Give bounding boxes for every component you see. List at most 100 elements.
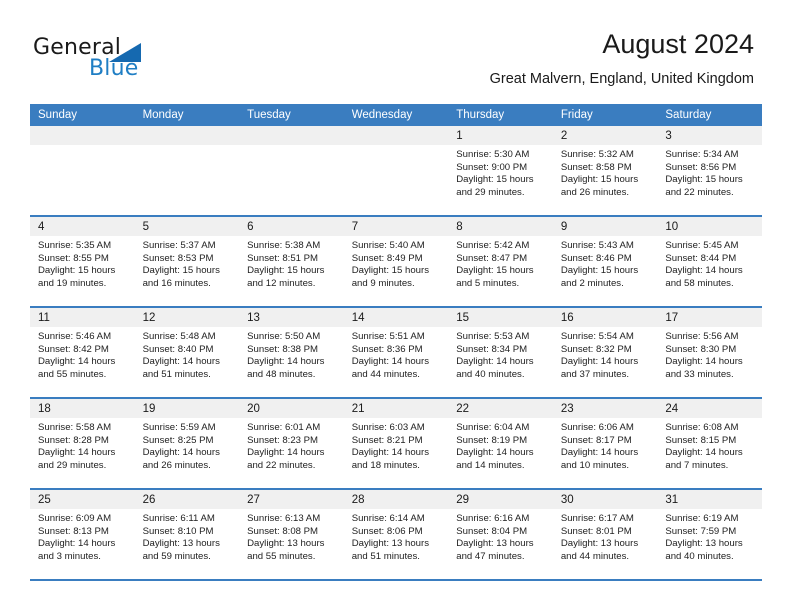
calendar-day-cell[interactable]: 12 Sunrise: 5:48 AM Sunset: 8:40 PM Dayligh… [134,307,240,399]
sunrise-time: Sunrise: 5:37 AM [142,240,216,251]
calendar-day-cell[interactable]: 25 Sunrise: 6:09 AM Sunset: 8:13 PM Dayligh… [30,489,135,581]
sunrise-time: Sunrise: 5:32 AM [560,149,634,160]
day-number: 6 [239,217,344,236]
sunset-time: Sunset: 8:28 PM [38,434,109,446]
daylight-duration-line2: and 22 minutes. [247,459,316,471]
day-details: Sunrise: 5:37 AM Sunset: 8:53 PM Daylight:… [135,236,240,290]
sunrise-time: Sunrise: 6:11 AM [142,513,215,524]
sunrise-time: Sunrise: 6:01 AM [247,422,321,433]
calendar-body: 1 Sunrise: 5:30 AM Sunset: 9:00 PM Daylight… [30,126,762,581]
daylight-duration-line2: and 33 minutes. [665,368,734,380]
page-title: August 2024 [602,29,754,59]
sunset-time: Sunset: 8:53 PM [142,252,214,264]
day-details: Sunrise: 6:04 AM Sunset: 8:19 PM Daylight:… [448,418,553,472]
calendar-day-cell[interactable]: 15 Sunrise: 5:53 AM Sunset: 8:34 PM Dayligh… [448,307,553,399]
day-details: Sunrise: 5:32 AM Sunset: 8:58 PM Daylight:… [553,145,658,199]
daylight-duration-line1: Daylight: 13 hours [142,538,220,550]
calendar-day-cell[interactable]: 26 Sunrise: 6:11 AM Sunset: 8:10 PM Dayligh… [134,489,240,581]
sunset-time: Sunset: 8:40 PM [142,343,214,355]
sunrise-time: Sunrise: 6:04 AM [456,422,530,433]
sunrise-time: Sunrise: 6:03 AM [351,422,425,433]
calendar-day-cell[interactable]: 3 Sunrise: 5:34 AM Sunset: 8:56 PM Daylight… [657,126,762,217]
daylight-duration-line1: Daylight: 14 hours [560,447,639,459]
daylight-duration-line2: and 55 minutes. [247,550,316,562]
calendar-day-cell[interactable]: 4 Sunrise: 5:35 AM Sunset: 8:55 PM Daylight… [30,216,135,308]
calendar-day-cell[interactable]: 27 Sunrise: 6:13 AM Sunset: 8:08 PM Dayligh… [239,489,344,581]
weekday-header-friday: Friday [552,104,658,126]
calendar-day-cell[interactable]: 6 Sunrise: 5:38 AM Sunset: 8:51 PM Daylight… [239,216,344,308]
daylight-duration-line1: Daylight: 14 hours [38,447,116,459]
calendar-day-cell[interactable]: 17 Sunrise: 5:56 AM Sunset: 8:30 PM Dayligh… [657,307,762,399]
day-number: 13 [239,308,344,327]
calendar-day-cell-empty [343,126,449,217]
calendar-day-cell[interactable]: 11 Sunrise: 5:46 AM Sunset: 8:42 PM Dayligh… [30,307,135,399]
day-number: 18 [30,399,135,418]
sunrise-time: Sunrise: 5:54 AM [560,331,634,342]
daylight-duration-line1: Daylight: 13 hours [456,538,534,550]
daylight-duration-line1: Daylight: 15 hours [560,174,639,186]
daylight-duration-line2: and 29 minutes. [38,459,107,471]
day-details: Sunrise: 5:48 AM Sunset: 8:40 PM Daylight:… [135,327,240,381]
sunset-time: Sunset: 8:17 PM [560,434,632,446]
calendar-day-cell[interactable]: 28 Sunrise: 6:14 AM Sunset: 8:06 PM Dayligh… [343,489,449,581]
sunrise-time: Sunrise: 6:17 AM [560,513,634,524]
sunset-time: Sunset: 8:06 PM [351,525,423,537]
daylight-duration-line1: Daylight: 14 hours [560,356,639,368]
calendar-day-cell[interactable]: 7 Sunrise: 5:40 AM Sunset: 8:49 PM Daylight… [343,216,449,308]
calendar-day-cell[interactable]: 30 Sunrise: 6:17 AM Sunset: 8:01 PM Dayligh… [552,489,658,581]
sunrise-time: Sunrise: 5:51 AM [351,331,425,342]
calendar-day-cell[interactable]: 13 Sunrise: 5:50 AM Sunset: 8:38 PM Dayligh… [239,307,344,399]
day-number: 4 [30,217,135,236]
day-details: Sunrise: 5:30 AM Sunset: 9:00 PM Daylight:… [448,145,553,199]
calendar-day-cell[interactable]: 20 Sunrise: 6:01 AM Sunset: 8:23 PM Dayligh… [239,398,344,490]
calendar-day-cell[interactable]: 18 Sunrise: 5:58 AM Sunset: 8:28 PM Dayligh… [30,398,135,490]
daylight-duration-line1: Daylight: 15 hours [142,265,220,277]
day-number: 26 [134,490,240,509]
weekday-header-monday: Monday [134,104,240,126]
calendar-day-cell[interactable]: 1 Sunrise: 5:30 AM Sunset: 9:00 PM Daylight… [448,126,553,217]
sunrise-time: Sunrise: 5:48 AM [142,331,216,342]
day-details: Sunrise: 6:11 AM Sunset: 8:10 PM Daylight:… [135,509,240,563]
daylight-duration-line1: Daylight: 15 hours [247,265,325,277]
sunrise-time: Sunrise: 5:34 AM [665,149,739,160]
calendar-day-cell[interactable]: 21 Sunrise: 6:03 AM Sunset: 8:21 PM Dayligh… [343,398,449,490]
calendar-day-cell[interactable]: 2 Sunrise: 5:32 AM Sunset: 8:58 PM Daylight… [552,126,658,217]
calendar-day-cell[interactable]: 24 Sunrise: 6:08 AM Sunset: 8:15 PM Dayligh… [657,398,762,490]
daylight-duration-line2: and 19 minutes. [38,277,107,289]
calendar-day-cell[interactable]: 19 Sunrise: 5:59 AM Sunset: 8:25 PM Dayligh… [134,398,240,490]
daylight-duration-line1: Daylight: 15 hours [38,265,116,277]
sunrise-time: Sunrise: 6:09 AM [38,513,112,524]
calendar-day-cell[interactable]: 14 Sunrise: 5:51 AM Sunset: 8:36 PM Dayligh… [343,307,449,399]
calendar-day-cell[interactable]: 16 Sunrise: 5:54 AM Sunset: 8:32 PM Dayligh… [552,307,658,399]
sunrise-time: Sunrise: 5:53 AM [456,331,530,342]
calendar-day-cell[interactable]: 9 Sunrise: 5:43 AM Sunset: 8:46 PM Daylight… [552,216,658,308]
daylight-duration-line1: Daylight: 13 hours [247,538,325,550]
sunset-time: Sunset: 8:01 PM [560,525,632,537]
day-number [343,126,449,145]
sunrise-time: Sunrise: 5:35 AM [38,240,112,251]
daylight-duration-line1: Daylight: 15 hours [456,265,534,277]
calendar-page: General Blue August 2024 Great Malvern, … [0,0,792,612]
calendar-day-cell[interactable]: 8 Sunrise: 5:42 AM Sunset: 8:47 PM Daylight… [448,216,553,308]
day-details: Sunrise: 5:50 AM Sunset: 8:38 PM Daylight:… [239,327,344,381]
calendar-day-cell[interactable]: 5 Sunrise: 5:37 AM Sunset: 8:53 PM Daylight… [134,216,240,308]
day-details: Sunrise: 5:43 AM Sunset: 8:46 PM Daylight:… [553,236,658,290]
day-number: 3 [657,126,762,145]
calendar-day-cell[interactable]: 10 Sunrise: 5:45 AM Sunset: 8:44 PM Dayligh… [657,216,762,308]
calendar-day-cell[interactable]: 29 Sunrise: 6:16 AM Sunset: 8:04 PM Dayligh… [448,489,553,581]
day-details: Sunrise: 5:34 AM Sunset: 8:56 PM Daylight:… [657,145,762,199]
calendar-day-cell[interactable]: 23 Sunrise: 6:06 AM Sunset: 8:17 PM Dayligh… [552,398,658,490]
sunset-time: Sunset: 8:21 PM [351,434,423,446]
daylight-duration-line1: Daylight: 14 hours [142,447,220,459]
day-number: 31 [657,490,762,509]
calendar-day-cell[interactable]: 22 Sunrise: 6:04 AM Sunset: 8:19 PM Dayligh… [448,398,553,490]
sunrise-time: Sunrise: 6:13 AM [247,513,321,524]
calendar-day-cell[interactable]: 31 Sunrise: 6:19 AM Sunset: 7:59 PM Dayligh… [657,489,762,581]
day-number: 14 [343,308,449,327]
day-details: Sunrise: 6:01 AM Sunset: 8:23 PM Daylight:… [239,418,344,472]
daylight-duration-line2: and 48 minutes. [247,368,316,380]
sunrise-time: Sunrise: 5:38 AM [247,240,321,251]
day-number: 22 [448,399,553,418]
weekday-header-row: Sunday Monday Tuesday Wednesday Thursday… [30,104,762,126]
daylight-duration-line1: Daylight: 14 hours [665,356,743,368]
